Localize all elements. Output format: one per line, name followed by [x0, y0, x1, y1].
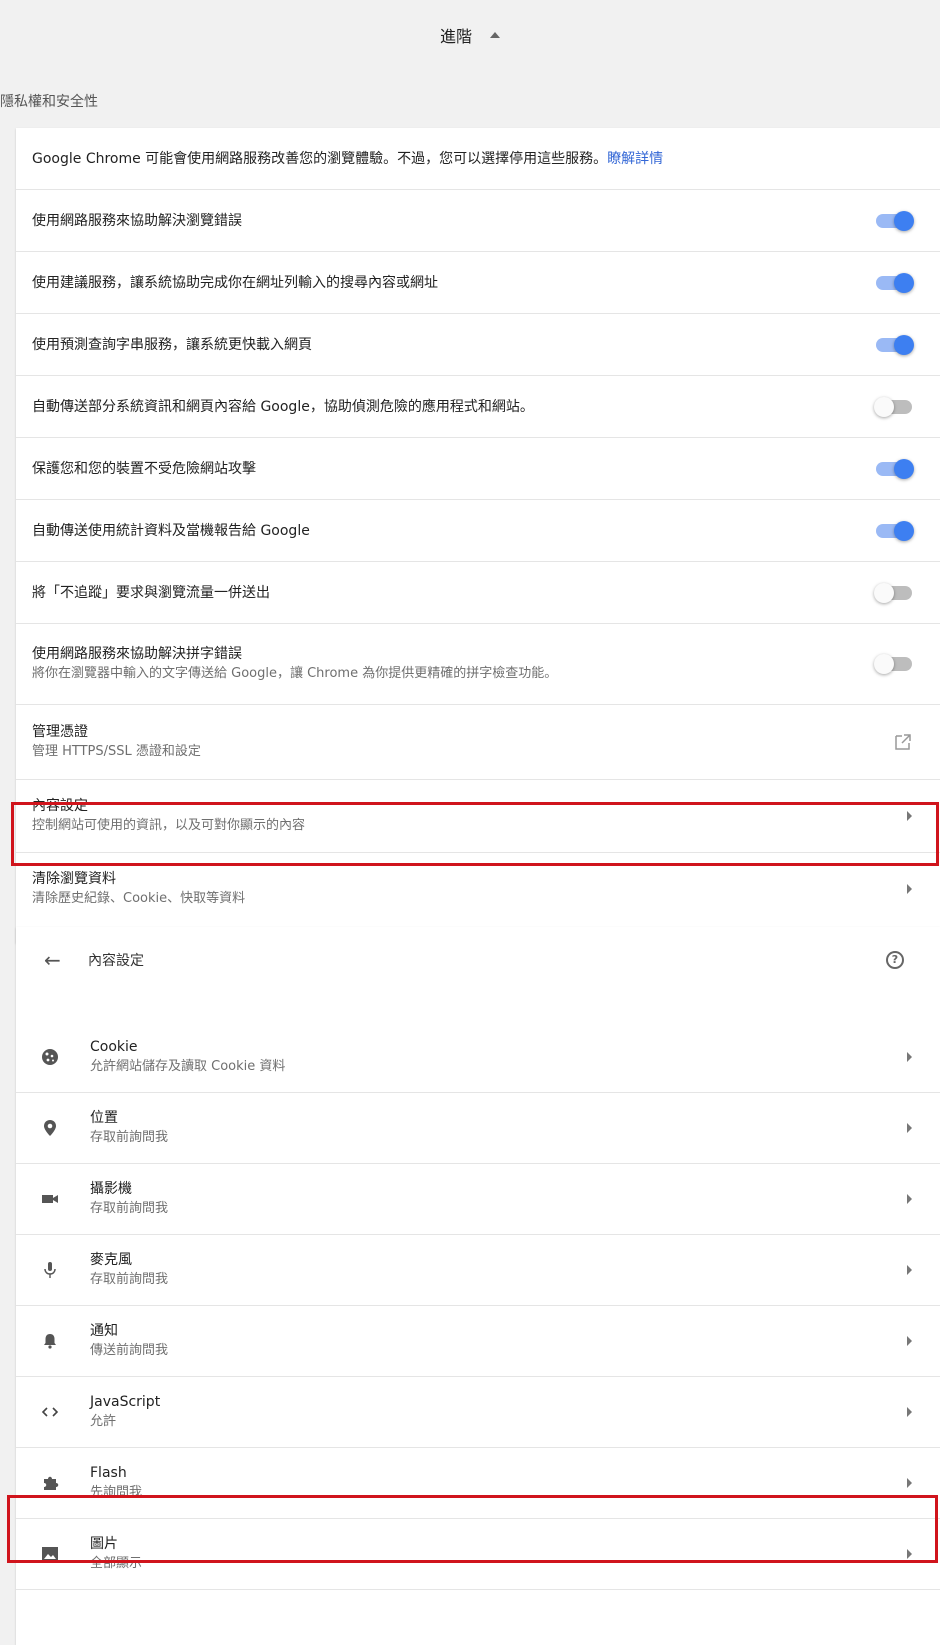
camera-icon — [42, 1195, 58, 1203]
toggle-row[interactable]: 使用網路服務來協助解決瀏覽錯誤 — [16, 190, 940, 252]
list-item-location[interactable]: 位置 存取前詢問我 — [16, 1093, 940, 1164]
toggle-row[interactable]: 將「不追蹤」要求與瀏覽流量一併送出 — [16, 562, 940, 624]
list-item-javascript[interactable]: JavaScript 允許 — [16, 1377, 940, 1448]
item-label: 攝影機 — [90, 1181, 132, 1197]
chevron-up-icon — [490, 32, 500, 38]
toggle-row[interactable]: 使用預測查詢字串服務，讓系統更快載入網頁 — [16, 314, 940, 376]
content-settings-label: 內容設定 — [32, 798, 88, 814]
toggle-label: 使用預測查詢字串服務，讓系統更快載入網頁 — [32, 336, 312, 353]
toggle-switch[interactable] — [876, 520, 914, 541]
item-sublabel: 先詢問我 — [90, 1485, 143, 1500]
location-icon — [44, 1120, 56, 1136]
code-icon — [41, 1407, 59, 1417]
microphone-icon — [44, 1262, 56, 1278]
chevron-right-icon — [907, 1336, 912, 1346]
page-title: 內容設定 — [88, 952, 144, 969]
clear-data-sublabel: 清除歷史紀錄、Cookie、快取等資料 — [32, 891, 246, 906]
intro-text: Google Chrome 可能會使用網路服務改善您的瀏覽體驗。不過，您可以選擇… — [32, 150, 608, 167]
list-item-images[interactable]: 圖片 全部顯示 — [16, 1519, 940, 1590]
item-sublabel: 存取前詢問我 — [90, 1272, 169, 1287]
advanced-title: 進階 — [439, 27, 472, 46]
toggle-label: 自動傳送部分系統資訊和網頁內容給 Google，協助偵測危險的應用程式和網站。 — [32, 398, 534, 415]
help-icon[interactable]: ? — [886, 950, 904, 969]
list-item-cookie[interactable]: Cookie 允許網站儲存及讀取 Cookie 資料 — [16, 1022, 940, 1093]
toggle-label: 將「不追蹤」要求與瀏覽流量一併送出 — [32, 584, 270, 601]
chevron-right-icon — [907, 1549, 912, 1559]
item-label: 位置 — [90, 1110, 118, 1126]
item-label: Flash — [90, 1465, 127, 1481]
item-label: 通知 — [90, 1323, 118, 1339]
toggle-switch[interactable] — [874, 654, 912, 674]
toggle-label: 使用網路服務來協助解決瀏覽錯誤 — [32, 212, 242, 229]
clear-browsing-data-row[interactable]: 清除瀏覽資料 清除歷史紀錄、Cookie、快取等資料 — [16, 853, 940, 925]
external-link-icon — [895, 734, 911, 750]
chevron-right-icon — [907, 1194, 912, 1204]
content-settings-header: ← 內容設定 ? — [16, 927, 940, 992]
clear-data-label: 清除瀏覽資料 — [32, 871, 116, 887]
list-item-notifications[interactable]: 通知 傳送前詢問我 — [16, 1306, 940, 1377]
item-sublabel: 允許網站儲存及讀取 Cookie 資料 — [90, 1059, 286, 1074]
privacy-intro: Google Chrome 可能會使用網路服務改善您的瀏覽體驗。不過，您可以選擇… — [16, 128, 940, 190]
item-label: Cookie — [90, 1039, 138, 1055]
chevron-right-icon — [907, 884, 912, 894]
toggle-switch[interactable] — [874, 582, 912, 603]
item-label: JavaScript — [90, 1394, 161, 1410]
toggle-label: 自動傳送使用統計資料及當機報告給 Google — [32, 522, 310, 539]
toggle-label: 保護您和您的裝置不受危險網站攻擊 — [32, 460, 256, 477]
section-title: 隱私權和安全性 — [0, 94, 98, 110]
chevron-right-icon — [907, 811, 912, 821]
toggle-sublabel: 將你在瀏覽器中輸入的文字傳送給 Google，讓 Chrome 為你提供更精確的… — [32, 666, 558, 681]
manage-certificates-row[interactable]: 管理憑證 管理 HTTPS/SSL 憑證和設定 — [16, 705, 940, 780]
item-sublabel: 允許 — [90, 1414, 117, 1429]
toggle-switch[interactable] — [876, 272, 914, 293]
item-sublabel: 傳送前詢問我 — [90, 1343, 169, 1358]
item-sublabel: 存取前詢問我 — [90, 1201, 169, 1216]
list-item-microphone[interactable]: 麥克風 存取前詢問我 — [16, 1235, 940, 1306]
content-settings-card: ← 內容設定 ? Cookie 允許網站儲存及讀取 Cookie 資料 位置 存… — [16, 927, 940, 1645]
list-item-flash[interactable]: Flash 先詢問我 — [16, 1448, 940, 1519]
puzzle-icon — [44, 1476, 59, 1490]
toggle-switch[interactable] — [876, 458, 914, 479]
toggle-label: 使用網路服務來協助解決拼字錯誤 — [32, 646, 242, 662]
item-label: 圖片 — [90, 1536, 118, 1552]
list-item-camera[interactable]: 攝影機 存取前詢問我 — [16, 1164, 940, 1235]
bell-icon — [44, 1334, 56, 1349]
item-label: 麥克風 — [90, 1252, 132, 1268]
item-sublabel: 存取前詢問我 — [90, 1130, 169, 1145]
toggle-switch[interactable] — [876, 334, 914, 355]
chevron-right-icon — [907, 1052, 912, 1062]
toggle-label: 使用建議服務，讓系統協助完成你在網址列輸入的搜尋內容或網址 — [32, 274, 438, 291]
manage-certificates-label: 管理憑證 — [32, 724, 88, 740]
cookie-icon — [42, 1049, 58, 1065]
image-icon — [42, 1547, 58, 1561]
toggle-row[interactable]: 自動傳送部分系統資訊和網頁內容給 Google，協助偵測危險的應用程式和網站。 — [16, 376, 940, 438]
toggle-switch[interactable] — [874, 396, 912, 417]
manage-certificates-sublabel: 管理 HTTPS/SSL 憑證和設定 — [32, 744, 201, 759]
toggle-row[interactable]: 保護您和您的裝置不受危險網站攻擊 — [16, 438, 940, 500]
advanced-header[interactable]: 進階 — [0, 0, 940, 70]
chevron-right-icon — [907, 1265, 912, 1275]
content-settings-sublabel: 控制網站可使用的資訊，以及可對你顯示的內容 — [32, 818, 306, 833]
toggle-row[interactable]: 自動傳送使用統計資料及當機報告給 Google — [16, 500, 940, 562]
back-arrow-icon[interactable]: ← — [44, 948, 88, 972]
toggle-row[interactable]: 使用網路服務來協助解決拼字錯誤 將你在瀏覽器中輸入的文字傳送給 Google，讓… — [16, 624, 940, 705]
chevron-right-icon — [907, 1123, 912, 1133]
toggle-row[interactable]: 使用建議服務，讓系統協助完成你在網址列輸入的搜尋內容或網址 — [16, 252, 940, 314]
learn-more-link[interactable]: 瞭解詳情 — [607, 151, 663, 167]
item-sublabel: 全部顯示 — [90, 1556, 143, 1571]
content-settings-row[interactable]: 內容設定 控制網站可使用的資訊，以及可對你顯示的內容 — [16, 780, 940, 853]
toggle-switch[interactable] — [876, 210, 914, 231]
chevron-right-icon — [907, 1478, 912, 1488]
privacy-card: Google Chrome 可能會使用網路服務改善您的瀏覽體驗。不過，您可以選擇… — [16, 128, 940, 943]
chevron-right-icon — [907, 1407, 912, 1417]
